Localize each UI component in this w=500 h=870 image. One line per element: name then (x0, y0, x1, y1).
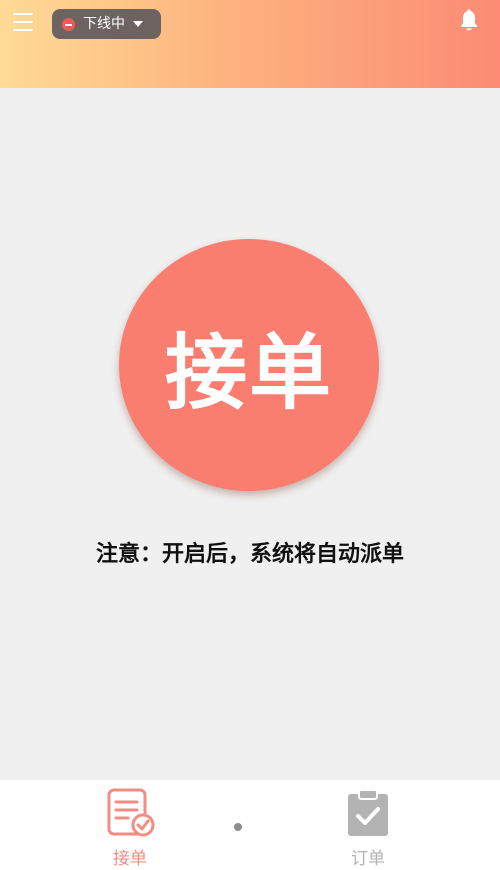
clipboard-check-icon (348, 789, 388, 836)
online-status-dropdown[interactable]: 下线中 (52, 9, 161, 39)
caret-down-icon (133, 21, 143, 27)
document-check-icon (107, 788, 155, 837)
tab-accept-orders-label: 接单 (113, 849, 147, 869)
bell-icon[interactable] (458, 9, 480, 33)
accept-orders-button[interactable]: 接单 (119, 239, 379, 491)
tab-orders-label: 订单 (351, 849, 385, 869)
bottom-tab-bar: 接单 订单 (0, 780, 500, 870)
menu-icon[interactable] (13, 11, 33, 33)
offline-status-icon (62, 17, 75, 31)
top-header: 下线中 (0, 0, 500, 88)
notice-text: 注意：开启后，系统将自动派单 (95, 542, 404, 567)
status-label: 下线中 (83, 16, 125, 32)
tab-accept-orders[interactable]: 接单 (70, 780, 190, 870)
tab-orders[interactable]: 订单 (308, 780, 428, 870)
main-content: 接单 注意：开启后，系统将自动派单 (0, 88, 500, 780)
accept-orders-label: 接单 (164, 325, 333, 421)
page-indicator-dot (234, 823, 242, 831)
